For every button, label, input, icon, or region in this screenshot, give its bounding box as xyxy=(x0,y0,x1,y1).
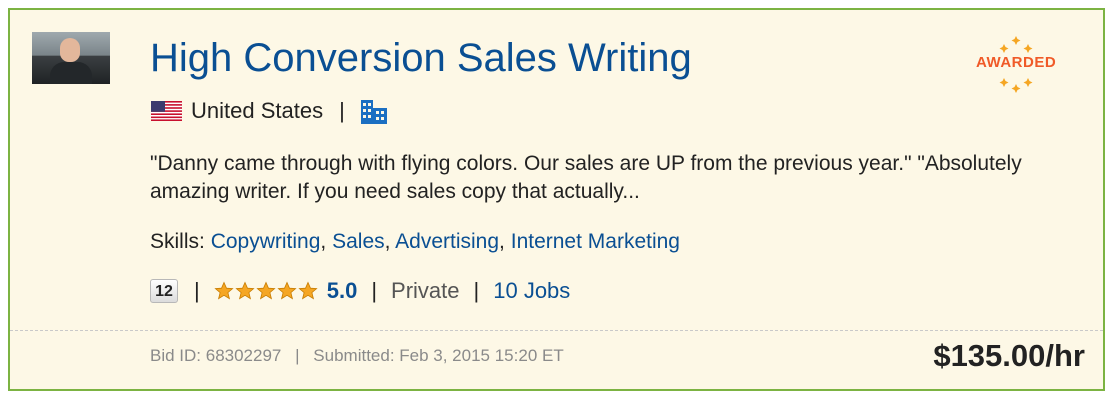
visibility-label: Private xyxy=(391,278,460,303)
separator: | xyxy=(194,278,200,303)
bid-footer: Bid ID: 68302297 | Submitted: Feb 3, 201… xyxy=(150,346,564,366)
skill-link[interactable]: Advertising xyxy=(395,230,499,253)
building-icon xyxy=(360,100,387,124)
star-icon xyxy=(298,281,318,300)
stats-row: 12 | 5.0 | Private | 10 Jobs xyxy=(150,276,570,306)
bid-card: High Conversion Sales Writing AWARDED Un… xyxy=(8,8,1105,391)
project-title[interactable]: High Conversion Sales Writing xyxy=(150,34,692,82)
separator: | xyxy=(473,278,480,303)
rating-value: 5.0 xyxy=(326,278,358,303)
awarded-label: AWARDED xyxy=(976,54,1057,71)
star-icon xyxy=(277,281,297,300)
separator: | xyxy=(339,98,345,123)
skills-row: Skills: Copywriting, Sales, Advertising,… xyxy=(150,230,680,254)
separator: | xyxy=(371,278,378,303)
count-badge[interactable]: 12 xyxy=(150,279,178,303)
star-icon xyxy=(256,281,276,300)
submitted-date: Submitted: Feb 3, 2015 15:20 ET xyxy=(313,346,564,365)
skill-link[interactable]: Copywriting xyxy=(211,230,321,253)
awarded-badge: AWARDED xyxy=(976,32,1056,96)
star-icon xyxy=(235,281,255,300)
skill-separator: , xyxy=(384,230,391,253)
star-icon xyxy=(214,281,234,300)
us-flag-icon xyxy=(151,101,182,121)
skill-separator: , xyxy=(499,230,505,253)
divider xyxy=(10,330,1103,331)
avatar[interactable] xyxy=(32,32,110,84)
avatar-body xyxy=(50,62,92,84)
avatar-head xyxy=(60,38,80,62)
skills-label: Skills: xyxy=(150,230,205,253)
skill-link[interactable]: Internet Marketing xyxy=(511,230,680,253)
skill-link[interactable]: Sales xyxy=(332,230,385,253)
location-row: United States | xyxy=(151,98,389,124)
skill-separator: , xyxy=(320,230,327,253)
bid-id: Bid ID: 68302297 xyxy=(150,346,282,365)
separator: | xyxy=(295,346,300,365)
bid-description: "Danny came through with flying colors. … xyxy=(150,152,1022,203)
jobs-link[interactable]: 10 Jobs xyxy=(493,278,570,304)
bid-price: $135.00/hr xyxy=(933,338,1085,373)
country-name: United States xyxy=(191,98,324,123)
rating-stars xyxy=(214,281,319,301)
